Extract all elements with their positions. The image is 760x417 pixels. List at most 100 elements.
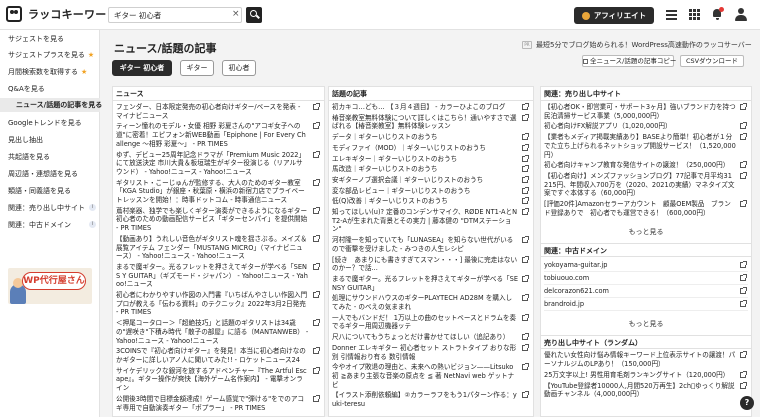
list-item[interactable]: 【初心者向け】メンズファッションブログ】77記事で月平均31215円、年間収入7… [544,171,748,198]
list-item[interactable]: [評価20件]Amazonセラーアカウント 顧最OEM製品 ブランド登録ありで … [544,200,748,217]
list-item[interactable]: 馬改造｜ギターいじりストのおうち [332,165,530,174]
external-link-icon[interactable] [522,343,529,351]
sidebar-item-synonyms[interactable]: 類語・同義語を見る [0,184,100,198]
list-item[interactable]: 25万文字以上! 男性用育毛剤ランキングサイト（120,000円） [544,370,748,380]
csv-download-button[interactable]: CSVダウンロード [680,55,744,67]
list-item[interactable]: 尺八についてもうちょっとだけ書かせてほしい（追記あり） [332,333,530,342]
list-item[interactable]: 変な部品レビュー｜ギターいじりストのおうち [332,186,530,196]
menu-icon[interactable] [666,10,677,23]
list-item[interactable]: 公開後3時間で目標金額達成！ゲーム感覚で"弾ける"をでのアコギ専用で自動演奏ギタ… [116,394,321,412]
sidebar-item-related-words[interactable]: 周辺語・連想語を見る [0,167,100,181]
external-link-icon[interactable] [740,287,747,295]
external-link-icon[interactable] [313,291,320,299]
promo-news-link[interactable]: 最短5分でブログ始められる！WordPress高速動作のラッコサーバー [536,40,752,50]
affiliate-button[interactable]: アフィリエイト [574,7,654,24]
external-link-icon[interactable] [522,391,529,399]
sidebar-item-suggest-plus[interactable]: サジェストプラスを見る ★ [0,48,100,62]
external-link-icon[interactable] [740,171,747,179]
sidebar-item-headings[interactable]: 見出し抽出 [0,133,100,147]
clear-search-icon[interactable]: × [232,9,240,19]
list-item[interactable]: Donner エレキギター 初心者セット ストラトタイプ おりな形別 引情報おり… [332,343,530,361]
list-item[interactable]: 安ギターノブ選択会議｜ギターいじりストのおうち [332,175,530,185]
external-link-icon[interactable] [522,154,529,162]
external-link-icon[interactable] [522,133,529,141]
external-link-icon[interactable] [522,313,529,321]
user-account-icon[interactable] [734,8,748,22]
external-link-icon[interactable] [522,236,529,244]
external-link-icon[interactable] [313,178,320,186]
external-link-icon[interactable] [522,255,529,263]
external-link-icon[interactable] [313,347,320,355]
domain-item[interactable]: brandroid.jp [544,298,748,312]
logo[interactable]: ラッコキーワード [6,6,118,22]
external-link-icon[interactable] [522,333,529,341]
external-link-icon[interactable] [313,394,320,402]
external-link-icon[interactable] [740,161,747,169]
keyword-chip-guitar[interactable]: ギター [180,60,214,76]
external-link-icon[interactable] [522,165,529,173]
list-item[interactable]: ティーン憧れのモデル・女優 相野 彩夏さんの"アコギ女子への道"に密着！エピフォ… [116,122,321,148]
list-item[interactable]: フェンダー、日本限定発売の初心者向けギター/ベースを発表 - マイナビニュース [116,103,321,120]
external-link-icon[interactable] [522,363,529,371]
wp-agency-banner[interactable]: WP代行屋さん [8,268,92,304]
external-link-icon[interactable] [522,103,529,110]
sidebar-item-google-trends[interactable]: Googleトレンドを見る [0,116,100,130]
copy-all-button[interactable]: 全ニュース/話題の記事コピー [582,55,676,67]
list-item[interactable]: ギタリスト・こーじゅんが監修する、大人のためのギター教室「KGA Studio」… [116,178,321,205]
help-button[interactable]: ? [740,396,754,410]
list-item[interactable]: 【動画あり】うれしい音色がギタリスト魂を揺さぶる。メイズ＆展覧アイテム フェンダ… [116,234,321,261]
domain-item[interactable]: tobiuouo.com [544,272,748,286]
external-link-icon[interactable] [740,133,747,141]
list-item[interactable]: 知ってほしい(u)? 定番のコンデンサマイク、RØDE NT1-AとNT2-Aが… [332,208,530,234]
external-link-icon[interactable] [522,197,529,205]
list-item[interactable]: 今やオイプ敗退の理由と、未来への熱いビジョン——Litsuko初 ≧あまり主張な… [332,363,530,389]
external-link-icon[interactable] [522,208,529,216]
sidebar-item-used-domains[interactable]: 関連：中古ドメイン i [0,218,100,232]
list-item[interactable]: 処理にサウンドハウスのギターPLAYTECH AD28M を購入してみた - の… [332,294,530,311]
external-link-icon[interactable] [522,274,529,282]
external-link-icon[interactable] [522,143,529,151]
domains-more-link[interactable]: もっと見る [541,313,751,335]
list-item[interactable]: まるで魔ギター。光るフレットを押さえてギターが学べる「SENSY GUITAR」 [332,274,530,292]
list-item[interactable]: サイケデリックな銀河を旅するアドベンチャー『The Artful Escape』… [116,366,321,393]
list-item[interactable]: ゆず、デビュー25周年記念ドラマが「Premium Music 2022」にて放… [116,150,321,177]
sidebar-item-search-volume[interactable]: 月間検索数を取得する ★ [0,65,100,79]
list-item[interactable]: 初カキコ…ども… 【３月４週目】 - カラーひよこのブログ [332,103,530,112]
apps-grid-icon[interactable] [689,9,700,20]
external-link-icon[interactable] [313,206,320,214]
external-link-icon[interactable] [740,122,747,130]
list-item[interactable]: ＜押尾コータロー＞「超絶技巧」と話題のギタリストは34歳の"遅咲き"下積み時代「… [116,319,321,345]
list-item[interactable]: 【イラスト添削依頼編】②カラーラフをもう1パターン作る：yuki-teresu [332,391,530,408]
list-item[interactable]: 蔦村楽器、独学でも楽しくギター演奏ができるようになるギター初心者のための動画配信… [116,206,321,233]
external-link-icon[interactable] [313,103,320,110]
list-item[interactable]: 椿音楽教室無料体験について詳しくはこちら！通いやすさで選ばれる【椿音楽教室】無料… [332,113,530,131]
list-item[interactable]: 一人でもバンドだ！ 1万以上の曲のセットベースとドラムを奏でるギター用周辺機器ッ… [332,313,530,331]
external-link-icon[interactable] [313,122,320,130]
list-item[interactable]: まるで魔ギター。光るフレットを押さえてギターが学べる「SENS Y GUITAR… [116,262,321,289]
list-item[interactable]: 河村隆一を知っていても「LUNASEA」を知らない世代がいるので衝撃を受けました… [332,236,530,253]
external-link-icon[interactable] [522,294,529,302]
list-item[interactable]: モディファイ（MOD）｜ギターいじりストのおうち [332,143,530,153]
external-link-icon[interactable] [740,370,747,378]
sidebar-item-news[interactable]: ニュース/話題の記事を見る [0,98,102,112]
list-item[interactable]: 【YouTube登録者10000人,月間520万再生】2ch゙ゆっくり解説動画チ… [544,381,748,399]
list-item[interactable]: エレキギター｜ギターいじりストのおうち [332,154,530,164]
external-link-icon[interactable] [740,274,747,282]
external-link-icon[interactable] [313,319,320,327]
list-item[interactable]: 3COINSで『初心者向けギター』を発見！本当に初心者向けなのかギターに詳しいア… [116,347,321,364]
domain-item[interactable]: delcorazon621.com [544,285,748,299]
list-item[interactable]: 初心者向けFX解説アプリ（1,020,000円） [544,122,748,131]
sidebar-item-sites-for-sale[interactable]: 関連：売り出し中サイト i [0,201,100,215]
list-item[interactable]: 【業者もメディア掲載実績あり】BASEより簡単！初心者が１分でた立ち上げられるネ… [544,133,748,159]
external-link-icon[interactable] [522,175,529,183]
list-item[interactable]: 優れたい女性向け悩み情報キーワード上位表示サイトの譲渡！パーソナルジムのLPあり… [544,351,748,368]
search-input[interactable] [108,7,242,23]
list-item[interactable]: 【初心者OK・即営業可・サポート3ヶ月】強いブランド力を持つ民泊清掃サービス事業… [544,103,748,120]
list-item[interactable]: 初心者にわかりやすい作図の入門書『いちばんやさしい作図入門 プロが教える「伝わる… [116,291,321,317]
external-link-icon[interactable] [740,103,747,110]
sidebar-item-cooccurrence[interactable]: 共起語を見る [0,150,100,164]
list-item[interactable]: 初心者向けキャンプ教育な発信サイトの譲渡！（250,000円） [544,161,748,170]
list-item[interactable]: [続き あまりにも書きすぎてスマン・・・] 最後に完走はないのかー？で話... [332,255,530,273]
external-link-icon[interactable] [313,262,320,270]
list-item[interactable]: 低(Q)改善｜ギターいじりストのおうち [332,197,530,206]
